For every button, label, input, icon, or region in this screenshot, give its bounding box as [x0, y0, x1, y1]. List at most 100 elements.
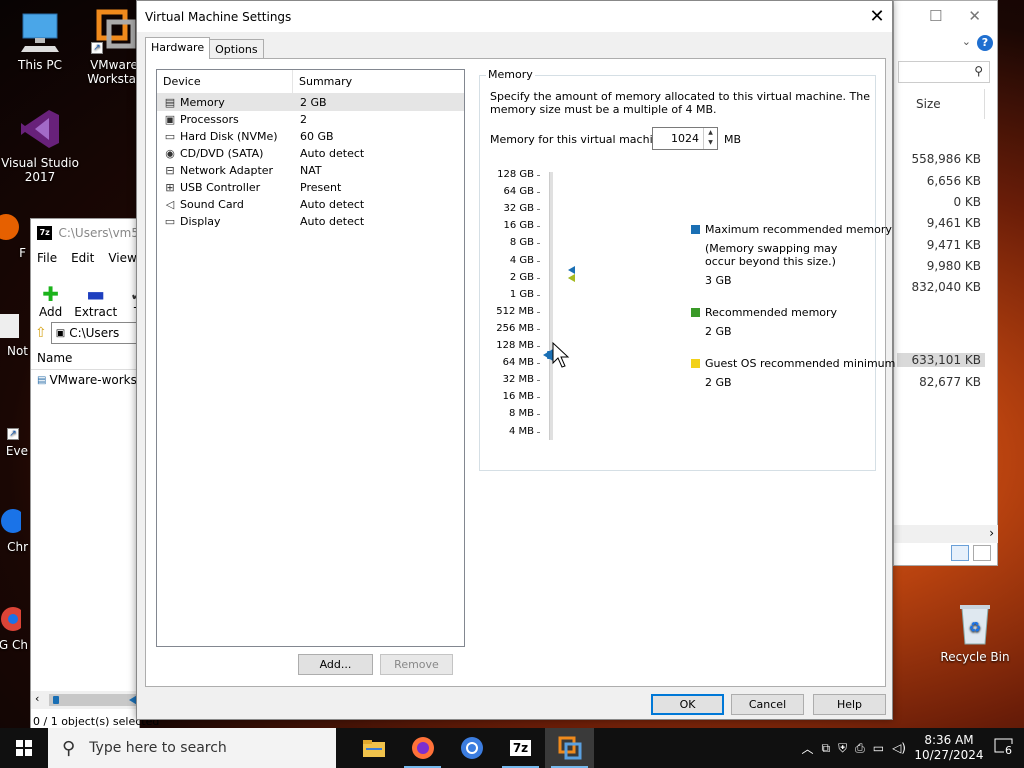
device-name: Hard Disk (NVMe) — [180, 130, 278, 143]
desktop-icon-this-pc[interactable]: This PC — [0, 8, 80, 72]
search-placeholder: Type here to search — [89, 740, 227, 756]
clock[interactable]: 8:36 AM 10/27/2024 — [914, 733, 984, 763]
desktop-icon-firefox[interactable]: F — [0, 212, 26, 260]
chevron-left-icon[interactable]: ‹ — [35, 692, 39, 705]
column-header-device[interactable]: Device — [157, 69, 293, 94]
desktop-icon-label: F — [19, 246, 26, 260]
up-folder-icon[interactable]: ⇧ — [35, 325, 47, 341]
file-size-cell: 832,040 KB — [911, 280, 981, 294]
remove-device-button[interactable]: Remove — [380, 654, 453, 675]
tab-options[interactable]: Options — [209, 39, 264, 59]
device-row-hard-disk-nvme[interactable]: ▭ Hard Disk (NVMe) 60 GB — [157, 128, 464, 145]
chevron-down-icon[interactable]: ⌄ — [962, 35, 971, 48]
address-text: C:\Users — [69, 326, 120, 340]
extract-button[interactable]: ▬ Extract — [74, 283, 117, 319]
chevron-right-icon[interactable]: › — [989, 526, 994, 540]
cancel-button[interactable]: Cancel — [731, 694, 804, 715]
column-header-size[interactable]: Size — [916, 97, 941, 111]
file-size-cell: 6,656 KB — [926, 174, 981, 188]
large-icons-view-icon[interactable] — [973, 545, 991, 561]
device-row-memory[interactable]: ▤ Memory 2 GB — [157, 94, 464, 111]
device-list[interactable]: Device Summary ▤ Memory 2 GB ▣ Processors 2 ▭ H… — [156, 69, 465, 647]
device-name: USB Controller — [180, 181, 261, 194]
file-size-cell: 0 KB — [953, 195, 981, 209]
desktop-icon-chrome[interactable]: Chr — [0, 506, 28, 554]
memory-unit: MB — [724, 133, 742, 146]
desktop-icon-everything[interactable]: ↗ Eve — [0, 410, 28, 458]
taskbar-search[interactable]: ⚲ Type here to search — [48, 728, 336, 768]
close-icon[interactable]: ✕ — [968, 7, 981, 25]
chevron-up-icon[interactable]: ︿ — [802, 740, 814, 757]
window-title: C:\Users\vm5 — [58, 226, 139, 240]
hardware-tab-panel: Device Summary ▤ Memory 2 GB ▣ Processors 2 ▭ H… — [145, 58, 895, 687]
printer-icon[interactable]: ⎙ — [855, 741, 865, 756]
desktop-icon-visual-studio[interactable]: Visual Studio 2017 — [0, 106, 80, 184]
device-summary: 2 GB — [300, 96, 327, 109]
scale-tick — [537, 243, 540, 245]
horizontal-scrollbar[interactable]: ‹ — [31, 691, 139, 709]
taskbar-file-explorer[interactable] — [349, 728, 398, 768]
horizontal-scrollbar[interactable]: › — [894, 525, 998, 543]
desktop-icon-recycle-bin[interactable]: ♻ Recycle Bin — [935, 600, 1015, 664]
device-row-usb-controller[interactable]: ⊞ USB Controller Present — [157, 179, 464, 196]
yellow-swatch — [691, 359, 700, 368]
close-icon[interactable]: ✕ — [862, 2, 892, 32]
scale-tick — [537, 397, 540, 399]
folder-icon: ▣ — [55, 327, 66, 339]
firefox-icon — [411, 737, 434, 759]
help-button[interactable]: Help — [813, 694, 886, 715]
memory-slider-track[interactable] — [549, 172, 553, 440]
scale-label: 16 MB — [502, 391, 534, 403]
device-summary: Auto detect — [300, 198, 365, 211]
security-icon[interactable]: ⛨ — [838, 741, 847, 756]
file-size-cell: 558,986 KB — [911, 152, 981, 166]
device-row-display[interactable]: ▭ Display Auto detect — [157, 213, 464, 230]
list-item[interactable]: ▤ VMware-works — [37, 373, 137, 387]
desktop-icon-google-chrome[interactable]: G Ch — [0, 604, 28, 652]
shortcut-arrow-icon: ↗ — [91, 42, 103, 54]
details-view-icon[interactable] — [951, 545, 969, 561]
usb-icon: ⊞ — [165, 180, 175, 194]
device-row-processors[interactable]: ▣ Processors 2 — [157, 111, 464, 128]
menu-view[interactable]: View — [108, 251, 136, 265]
spin-up-icon[interactable]: ▲ — [704, 128, 717, 138]
start-button[interactable] — [0, 728, 48, 768]
device-summary: Auto detect — [300, 215, 365, 228]
address-bar[interactable]: ▣ C:\Users — [50, 322, 139, 344]
notification-button[interactable]: 6 — [992, 736, 1018, 760]
menu-edit[interactable]: Edit — [71, 251, 94, 265]
column-header-summary[interactable]: Summary — [293, 70, 352, 94]
green-swatch — [691, 308, 700, 317]
device-name-cell: ◉ CD/DVD (SATA) — [157, 147, 293, 160]
taskbar-vmware[interactable] — [545, 728, 594, 768]
scale-tick — [537, 431, 540, 433]
menu-file[interactable]: File — [37, 251, 57, 265]
spin-down-icon[interactable]: ▼ — [704, 138, 717, 148]
taskbar-firefox[interactable] — [398, 728, 447, 768]
network-icon[interactable]: ▭ — [873, 741, 884, 755]
search-input[interactable]: ⚲ — [898, 61, 990, 83]
memory-input[interactable] — [653, 128, 703, 149]
help-icon[interactable]: ? — [977, 35, 993, 51]
ok-button[interactable]: OK — [651, 694, 724, 715]
scale-label: 32 MB — [502, 374, 534, 386]
desktop-icon-notepad[interactable]: Not — [0, 310, 28, 358]
task-view-icon[interactable]: ⧉ — [822, 741, 831, 756]
device-row-cd-dvd-sata[interactable]: ◉ CD/DVD (SATA) Auto detect — [157, 145, 464, 162]
dialog-title: Virtual Machine Settings — [145, 9, 292, 24]
extract-label: Extract — [74, 305, 118, 319]
tab-hardware[interactable]: Hardware — [145, 37, 211, 59]
taskbar-7zip[interactable]: 7z — [496, 728, 545, 768]
column-header-name[interactable]: Name — [37, 351, 72, 365]
volume-icon[interactable]: ◁) — [892, 741, 906, 755]
device-name: CD/DVD (SATA) — [180, 147, 264, 160]
add-device-button[interactable]: Add... — [298, 654, 373, 675]
maximize-icon[interactable]: ☐ — [929, 7, 942, 25]
device-row-network-adapter[interactable]: ⊟ Network Adapter NAT — [157, 162, 464, 179]
memory-stepper[interactable]: ▲ ▼ — [652, 127, 718, 150]
everything-icon: ↗ — [0, 410, 21, 440]
device-row-sound-card[interactable]: ◁ Sound Card Auto detect — [157, 196, 464, 213]
add-button[interactable]: ✚ Add — [39, 283, 62, 319]
taskbar-chrome[interactable] — [447, 728, 496, 768]
device-name: Memory — [180, 96, 225, 109]
